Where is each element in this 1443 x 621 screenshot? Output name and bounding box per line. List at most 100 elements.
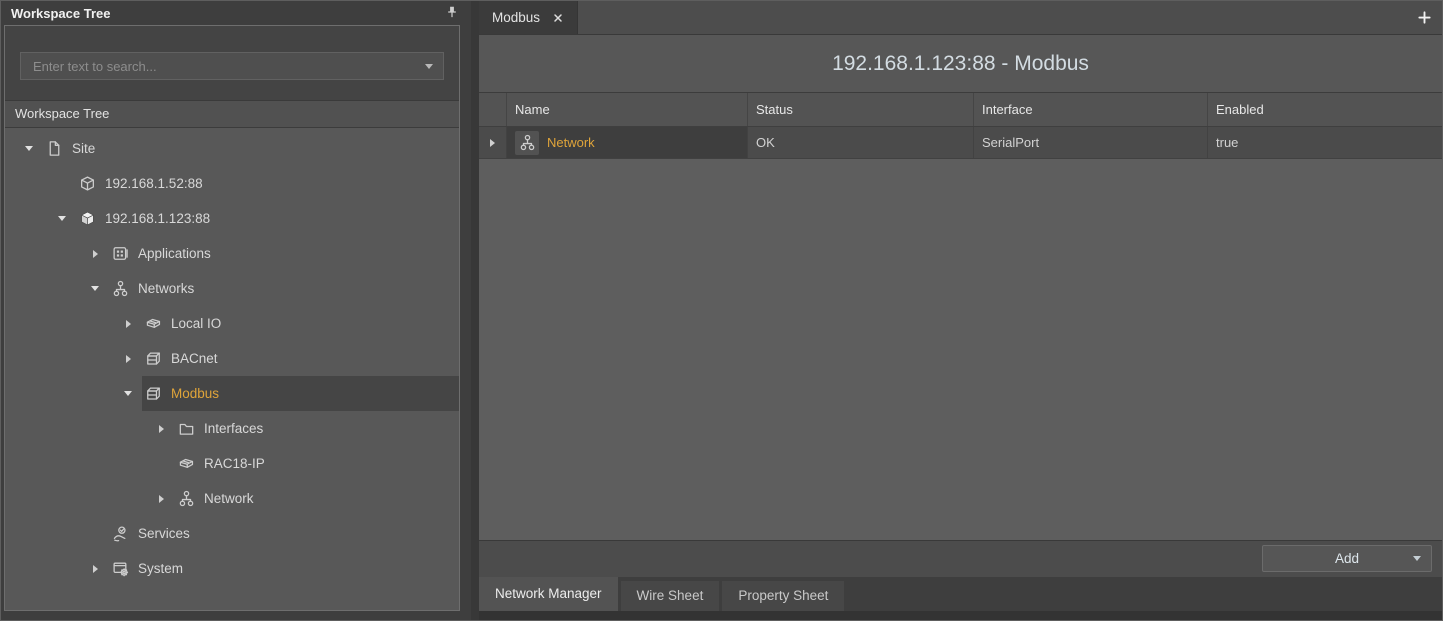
cube-outline-icon: [78, 175, 96, 193]
tree-item-192-168-1-123-88[interactable]: 192.168.1.123:88: [5, 201, 459, 236]
column-header-enabled[interactable]: Enabled: [1208, 93, 1442, 126]
workspace-tree-content: Workspace Tree Site 192.168.1.52:88 192.16…: [4, 25, 460, 611]
workspace-tree: Site 192.168.1.52:88 192.168.1.123:88 Appli…: [5, 128, 459, 610]
tree-item-networks[interactable]: Networks: [5, 271, 459, 306]
tree-item-label: Networks: [138, 281, 194, 296]
tree-item-rac18-ip[interactable]: RAC18-IP: [5, 446, 459, 481]
tree-item-applications[interactable]: Applications: [5, 236, 459, 271]
expand-arrow-icon[interactable]: [89, 563, 101, 575]
tree-item-label: Services: [138, 526, 190, 541]
tab-property-sheet[interactable]: Property Sheet: [722, 581, 844, 611]
device-icon: [177, 455, 195, 473]
add-button-label: Add: [1335, 551, 1359, 566]
document-icon: [45, 140, 63, 158]
tree-item-surface: Modbus: [142, 376, 459, 411]
collapse-arrow-icon[interactable]: [89, 283, 101, 295]
collapse-arrow-icon[interactable]: [122, 388, 134, 400]
tree-item-192-168-1-52-88[interactable]: 192.168.1.52:88: [5, 166, 459, 201]
tab-network-manager[interactable]: Network Manager: [479, 577, 618, 611]
chevron-down-icon[interactable]: [1413, 556, 1421, 561]
tree-item-surface: Interfaces: [175, 411, 459, 446]
table-row[interactable]: NetworkOKSerialPorttrue: [479, 127, 1442, 159]
pin-icon[interactable]: [443, 4, 461, 22]
tree-item-bacnet[interactable]: BACnet: [5, 341, 459, 376]
network-icon: [515, 131, 539, 155]
network-icon: [177, 490, 195, 508]
tree-item-surface: Networks: [109, 271, 459, 306]
tree-item-surface: Services: [109, 516, 459, 551]
tab-wire-sheet[interactable]: Wire Sheet: [621, 581, 720, 611]
tree-item-site[interactable]: Site: [5, 131, 459, 166]
collapse-arrow-icon[interactable]: [23, 143, 35, 155]
action-bar: Add: [479, 540, 1442, 577]
network-icon: [111, 280, 129, 298]
tree-item-surface: System: [109, 551, 459, 586]
cell-name[interactable]: Network: [507, 127, 748, 158]
search-input[interactable]: [31, 58, 425, 75]
tree-item-modbus[interactable]: Modbus: [5, 376, 459, 411]
workspace-tree-panel: Workspace Tree Workspace Tree Site 192.16…: [1, 1, 471, 620]
expander-spacer: [56, 178, 68, 190]
workspace-tree-titlebar: Workspace Tree: [1, 1, 471, 25]
tree-item-surface: Site: [43, 131, 459, 166]
tree-item-surface: Applications: [109, 236, 459, 271]
expand-arrow-icon[interactable]: [122, 318, 134, 330]
column-header-status[interactable]: Status: [748, 93, 974, 126]
row-indicator-icon: [490, 139, 495, 147]
view-title: 192.168.1.123:88 - Modbus: [832, 52, 1089, 76]
tree-item-local-io[interactable]: Local IO: [5, 306, 459, 341]
tree-item-label: BACnet: [171, 351, 218, 366]
row-indicator-column-header: [479, 93, 507, 126]
cell-interface[interactable]: SerialPort: [974, 127, 1208, 158]
tree-item-label: Interfaces: [204, 421, 263, 436]
tree-item-surface: BACnet: [142, 341, 459, 376]
document-tabstrip: Modbus: [479, 1, 1442, 35]
chevron-down-icon[interactable]: [425, 64, 433, 69]
view-tabstrip: Network ManagerWire SheetProperty Sheet: [479, 577, 1442, 611]
expand-arrow-icon[interactable]: [122, 353, 134, 365]
tree-item-services[interactable]: Services: [5, 516, 459, 551]
expand-arrow-icon[interactable]: [155, 493, 167, 505]
tree-item-surface: Local IO: [142, 306, 459, 341]
collapse-arrow-icon[interactable]: [56, 213, 68, 225]
application-window: Workspace Tree Workspace Tree Site 192.16…: [0, 0, 1443, 621]
tree-list-header: Workspace Tree: [5, 101, 459, 128]
cube-filled-icon: [78, 210, 96, 228]
tree-item-label: Network: [204, 491, 254, 506]
tree-item-label: Applications: [138, 246, 211, 261]
cell-status[interactable]: OK: [748, 127, 974, 158]
tree-item-label: RAC18-IP: [204, 456, 265, 471]
tree-item-surface: Network: [175, 481, 459, 516]
tree-item-network[interactable]: Network: [5, 481, 459, 516]
tree-item-label: Local IO: [171, 316, 221, 331]
tree-item-label: 192.168.1.52:88: [105, 176, 203, 191]
tree-item-label: Site: [72, 141, 95, 156]
bottom-strip: [479, 611, 1442, 620]
expand-arrow-icon[interactable]: [155, 423, 167, 435]
device-icon: [144, 315, 162, 333]
expander-spacer: [155, 458, 167, 470]
main-panel: Modbus 192.168.1.123:88 - Modbus Name St…: [479, 1, 1442, 620]
cell-enabled[interactable]: true: [1208, 127, 1442, 158]
expand-arrow-icon[interactable]: [89, 248, 101, 260]
tree-item-label: Modbus: [171, 386, 219, 401]
tree-item-surface: RAC18-IP: [175, 446, 459, 481]
column-header-interface[interactable]: Interface: [974, 93, 1208, 126]
view-title-band: 192.168.1.123:88 - Modbus: [479, 35, 1442, 93]
tree-item-system[interactable]: System: [5, 551, 459, 586]
workspace-tree-title: Workspace Tree: [11, 6, 110, 21]
add-button[interactable]: Add: [1262, 545, 1432, 572]
panel-splitter[interactable]: [471, 1, 479, 620]
tree-item-label: 192.168.1.123:88: [105, 211, 210, 226]
search-section: [5, 26, 459, 101]
close-icon[interactable]: [552, 12, 564, 24]
search-box: [20, 52, 444, 80]
new-tab-button[interactable]: [1415, 8, 1433, 26]
table-header: Name Status Interface Enabled: [479, 93, 1442, 127]
system-icon: [111, 560, 129, 578]
tree-item-interfaces[interactable]: Interfaces: [5, 411, 459, 446]
table-body: NetworkOKSerialPorttrue: [479, 127, 1442, 540]
tab-modbus[interactable]: Modbus: [479, 1, 578, 34]
column-header-name[interactable]: Name: [507, 93, 748, 126]
expander-spacer: [89, 528, 101, 540]
